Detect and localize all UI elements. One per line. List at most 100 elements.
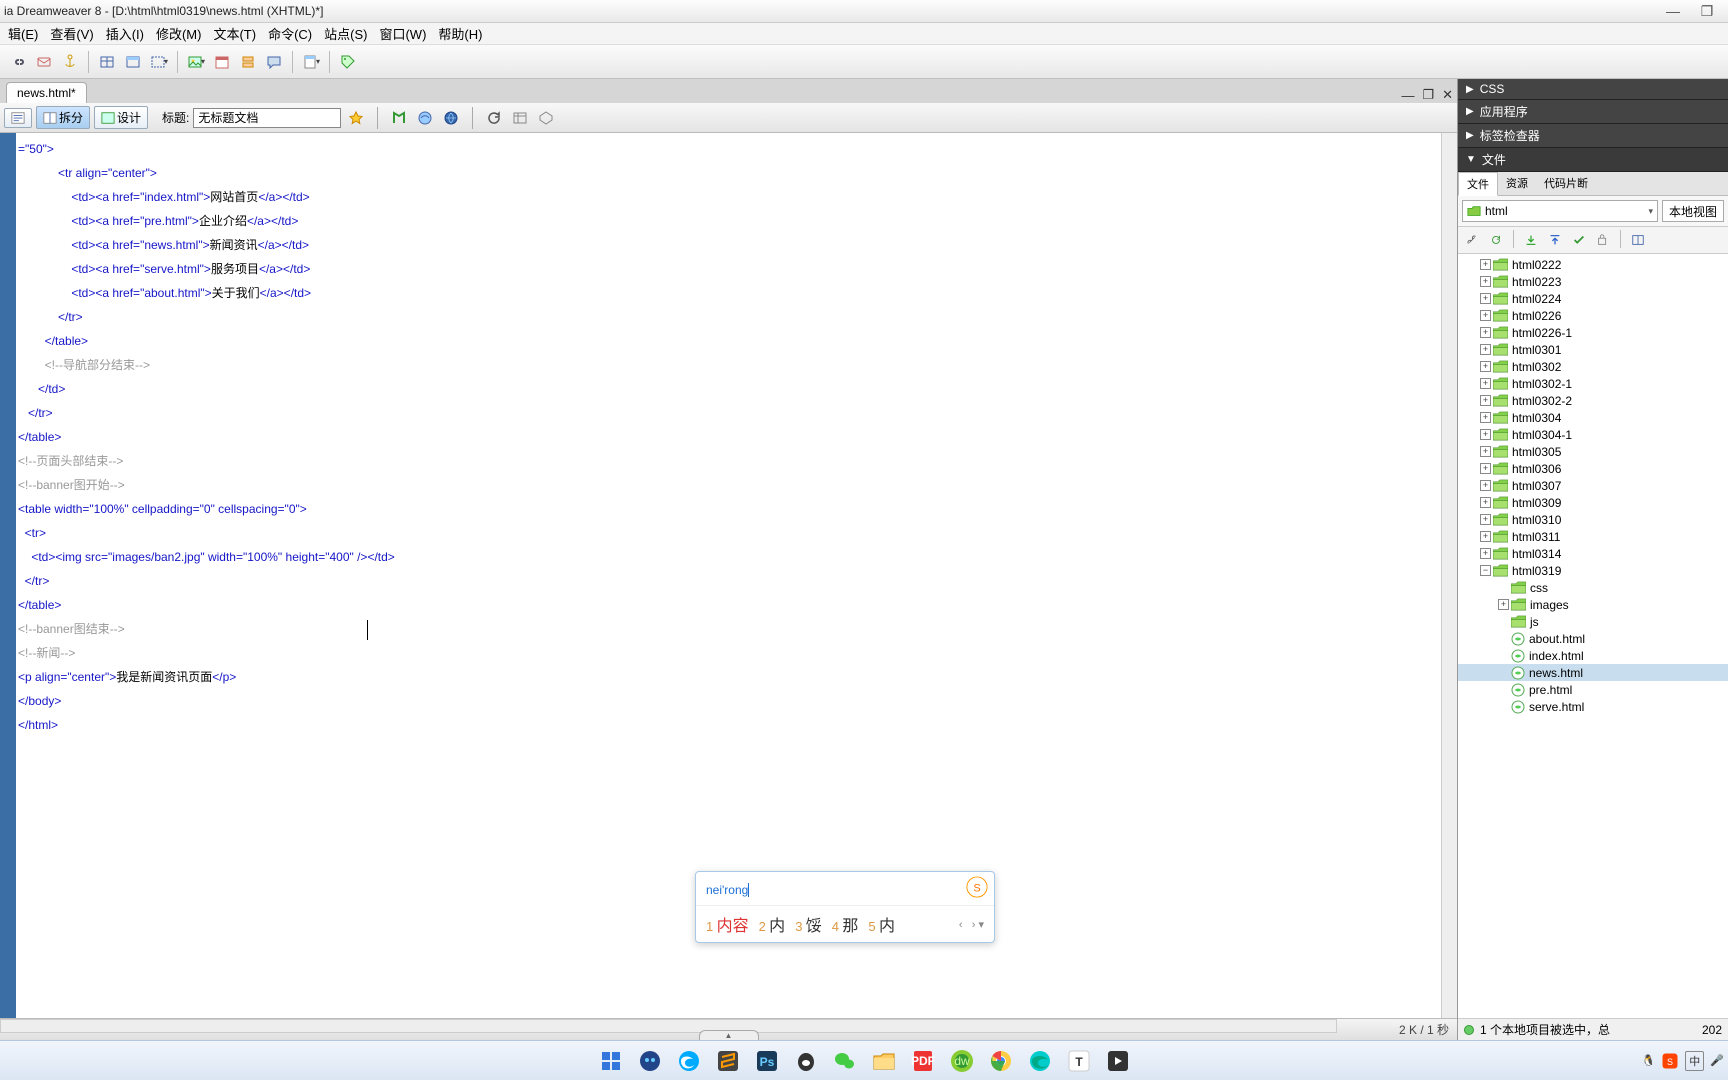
doc-restore-button[interactable]: ❐ [1418,87,1438,103]
debug-button[interactable] [440,107,462,129]
pdf-icon[interactable]: PDF [908,1046,938,1076]
table-icon[interactable] [95,50,119,74]
tree-folder[interactable]: +html0226 [1458,307,1728,324]
visual-aids-button[interactable] [535,107,557,129]
menu-item[interactable]: 命令(C) [262,22,318,45]
link-icon[interactable] [6,50,30,74]
panel-css[interactable]: ▶CSS [1458,79,1728,100]
tree-folder[interactable]: +html0224 [1458,290,1728,307]
menu-item[interactable]: 帮助(H) [432,22,488,45]
tree-folder[interactable]: css [1458,579,1728,596]
tree-folder[interactable]: +html0222 [1458,256,1728,273]
files-tab[interactable]: 文件 [1458,172,1498,196]
system-tray[interactable]: 🐧 S 中 🎤 [1642,1051,1724,1071]
ime-candidate[interactable]: 1 内容 [706,912,749,936]
horizontal-scrollbar[interactable] [0,1019,1337,1033]
tree-folder[interactable]: +html0223 [1458,273,1728,290]
menu-item[interactable]: 插入(I) [100,22,150,45]
ime-candidate-window[interactable]: nei'rong 1 内容2 内3 馁4 那5 内‹ › ▾ S [695,871,995,943]
ime-candidate[interactable]: 2 内 [759,912,786,936]
files-tab[interactable]: 代码片断 [1536,172,1596,195]
tree-folder[interactable]: +html0307 [1458,477,1728,494]
code-editor[interactable]: ="50"> <tr align="center"> <td><a href="… [0,133,1457,1018]
tree-folder[interactable]: +html0302-2 [1458,392,1728,409]
tree-folder[interactable]: +html0311 [1458,528,1728,545]
date-icon[interactable] [210,50,234,74]
tree-file[interactable]: index.html [1458,647,1728,664]
panel-collapse-handle[interactable]: ▲ [699,1030,759,1040]
checkout-icon[interactable] [1569,230,1589,250]
checkin-icon[interactable] [1593,230,1613,250]
expand-icon[interactable] [1628,230,1648,250]
ime-candidate[interactable]: 3 馁 [795,912,822,936]
ime-nav[interactable]: ‹ › ▾ [959,918,984,931]
wechat-icon[interactable] [830,1046,860,1076]
tree-folder[interactable]: +html0304 [1458,409,1728,426]
photoshop-icon[interactable]: Ps [752,1046,782,1076]
tray-penguin-icon[interactable]: 🐧 [1642,1054,1656,1067]
email-icon[interactable] [32,50,56,74]
connect-icon[interactable] [1462,230,1482,250]
split-view-button[interactable]: 拆分 [36,106,90,129]
validate-button[interactable] [345,107,367,129]
doc-close-button[interactable]: ✕ [1438,87,1457,103]
window-maximize-button[interactable]: ❐ [1690,3,1724,20]
panel-application[interactable]: ▶应用程序 [1458,100,1728,124]
tree-file[interactable]: pre.html [1458,681,1728,698]
tree-folder[interactable]: +html0306 [1458,460,1728,477]
tree-folder[interactable]: −html0319 [1458,562,1728,579]
tree-folder[interactable]: +html0305 [1458,443,1728,460]
refresh-button[interactable] [483,107,505,129]
window-minimize-button[interactable]: — [1656,3,1690,19]
view-select[interactable]: 本地视图 [1662,200,1724,222]
server-icon[interactable] [236,50,260,74]
doc-minimize-button[interactable]: — [1397,88,1418,103]
tree-file[interactable]: about.html [1458,630,1728,647]
tree-folder[interactable]: js [1458,613,1728,630]
files-tab[interactable]: 资源 [1498,172,1536,195]
tray-sogou-icon[interactable]: S [1661,1052,1679,1070]
tree-folder[interactable]: +html0314 [1458,545,1728,562]
comment-icon[interactable] [262,50,286,74]
typora-icon[interactable]: T [1064,1046,1094,1076]
tree-folder[interactable]: +html0302 [1458,358,1728,375]
div-icon[interactable]: ▾ [147,50,171,74]
tree-folder[interactable]: +html0302-1 [1458,375,1728,392]
tree-file[interactable]: news.html [1458,664,1728,681]
menu-item[interactable]: 查看(V) [44,22,99,45]
taskbar[interactable]: Ps PDF dw T 🐧 S 中 🎤 [0,1040,1728,1080]
menu-item[interactable]: 站点(S) [318,22,373,45]
chrome-icon[interactable] [986,1046,1016,1076]
menu-item[interactable]: 修改(M) [150,22,208,45]
document-tab[interactable]: news.html* [6,82,87,103]
tree-folder[interactable]: +html0310 [1458,511,1728,528]
ime-candidate[interactable]: 4 那 [832,912,859,936]
panel-files[interactable]: ▼文件 [1458,148,1728,172]
tray-ime-mode[interactable]: 🎤 [1710,1054,1724,1067]
menu-item[interactable]: 文本(T) [207,22,262,45]
explorer-icon[interactable] [869,1046,899,1076]
title-input[interactable] [193,108,341,128]
edge-icon[interactable] [1025,1046,1055,1076]
start-button[interactable] [596,1046,626,1076]
tree-folder[interactable]: +html0226-1 [1458,324,1728,341]
image-icon[interactable]: ▾ [184,50,208,74]
layout-icon[interactable] [121,50,145,74]
panel-tag-inspector[interactable]: ▶标签检查器 [1458,124,1728,148]
menu-item[interactable]: 窗口(W) [373,22,432,45]
file-mgmt-button[interactable] [388,107,410,129]
menu-item[interactable]: 辑(E) [2,22,44,45]
get-icon[interactable] [1521,230,1541,250]
file-tree[interactable]: +html0222+html0223+html0224+html0226+htm… [1458,254,1728,1018]
site-select[interactable]: html▾ [1462,200,1658,222]
tray-ime-lang[interactable]: 中 [1685,1051,1704,1071]
design-view-button[interactable]: 设计 [94,106,148,129]
anchor-icon[interactable] [58,50,82,74]
edge-legacy-icon[interactable] [674,1046,704,1076]
tree-folder[interactable]: +html0304-1 [1458,426,1728,443]
tree-folder[interactable]: +html0301 [1458,341,1728,358]
dreamweaver-icon[interactable]: dw [947,1046,977,1076]
code-view-button[interactable] [4,108,32,128]
sublime-icon[interactable] [713,1046,743,1076]
put-icon[interactable] [1545,230,1565,250]
